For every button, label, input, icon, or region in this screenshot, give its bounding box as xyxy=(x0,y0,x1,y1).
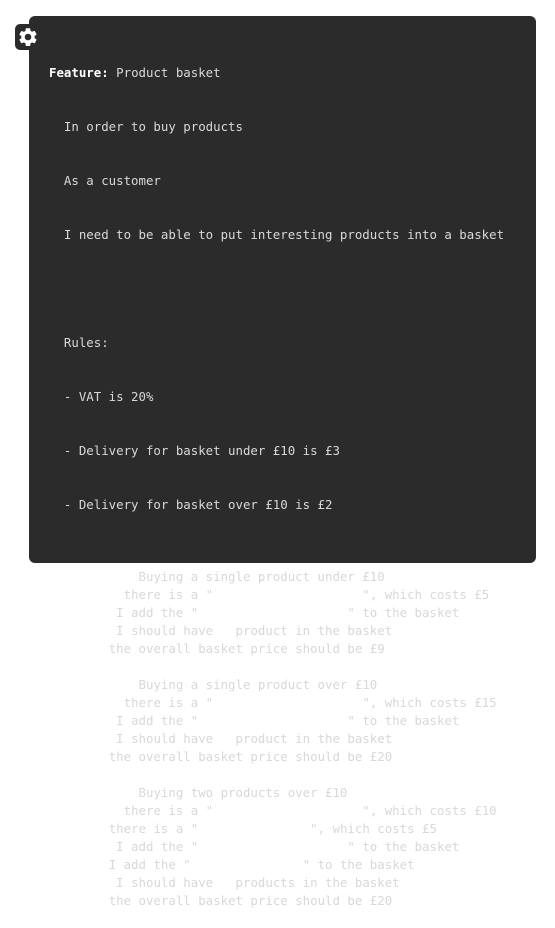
step-argument: 1 xyxy=(220,623,229,638)
step-text: I add the " xyxy=(108,713,199,728)
step-text: " to the basket xyxy=(302,857,415,872)
step-text: the overall basket price should be £20 xyxy=(101,749,393,764)
step-text: there is a " xyxy=(116,803,214,818)
step-argument: 2 xyxy=(220,875,229,890)
step-text: " to the basket xyxy=(347,605,460,620)
step-argument: Sith Lord Lightsaber xyxy=(198,713,348,728)
step-text: I add the " xyxy=(101,857,191,872)
step-argument: 1 xyxy=(220,731,229,746)
step-keyword: And xyxy=(78,821,102,836)
scenario-title: Buying two products over £10 xyxy=(131,785,348,800)
feature-description-line: As a customer xyxy=(49,173,161,188)
scenario-title: Buying a single product over £10 xyxy=(131,677,378,692)
scenario-heading: Scenario: Buying a single product under … xyxy=(49,568,536,586)
step-line: Then I should have 1 product in the bask… xyxy=(49,622,536,640)
step-text: ", which costs £15 xyxy=(362,695,497,710)
step-line: And there is a "Jedi Lightsaber", which … xyxy=(49,820,536,838)
step-keyword: And xyxy=(78,749,102,764)
step-text: I add the " xyxy=(108,839,199,854)
step-keyword: And xyxy=(78,857,102,872)
step-line: When I add the "Sith Lord Lightsaber" to… xyxy=(49,712,536,730)
step-line: Then I should have 1 product in the bask… xyxy=(49,730,536,748)
step-line: Given there is a "Sith Lord Lightsaber",… xyxy=(49,802,536,820)
step-line: And the overall basket price should be £… xyxy=(49,640,536,658)
step-argument: Sith Lord Lightsaber xyxy=(213,803,363,818)
step-argument: Jedi Lightsaber xyxy=(198,821,311,836)
gear-icon xyxy=(15,24,41,50)
scenario-heading: Scenario: Buying a single product over £… xyxy=(49,676,536,694)
rule-line: - Delivery for basket over £10 is £2 xyxy=(49,497,333,512)
step-line: When I add the "Sith Lord Lightsaber" to… xyxy=(49,838,536,856)
step-line: And the overall basket price should be £… xyxy=(49,892,536,910)
step-text: " to the basket xyxy=(347,713,460,728)
step-keyword: And xyxy=(78,641,102,656)
scenario-keyword: Scenario: xyxy=(63,569,132,584)
step-text: there is a " xyxy=(116,587,214,602)
step-line: When I add the "Sith Lord Lightsaber" to… xyxy=(49,604,536,622)
step-line: And the overall basket price should be £… xyxy=(49,748,536,766)
step-keyword: When xyxy=(78,839,109,854)
step-line: And I add the "Jedi Lightsaber" to the b… xyxy=(49,856,536,874)
feature-description-line: I need to be able to put interesting pro… xyxy=(49,227,505,242)
step-text: I should have xyxy=(108,623,221,638)
step-argument: Sith Lord Lightsaber xyxy=(213,695,363,710)
feature-description-line: In order to buy products xyxy=(49,119,243,134)
step-keyword: Given xyxy=(78,803,117,818)
step-text: ", which costs £10 xyxy=(362,803,497,818)
step-argument: Jedi Lightsaber xyxy=(190,857,303,872)
scenario-heading: Scenario: Buying two products over £10 xyxy=(49,784,536,802)
gherkin-code-block: Feature: Product basket In order to buy … xyxy=(29,16,536,908)
scenario-keyword: Scenario: xyxy=(63,677,132,692)
scenarios-container: Scenario: Buying a single product under … xyxy=(49,550,536,910)
step-argument: Sith Lord Lightsaber xyxy=(198,839,348,854)
step-text: I add the " xyxy=(108,605,199,620)
step-text: the overall basket price should be £20 xyxy=(101,893,393,908)
feature-line: Feature: Product basket xyxy=(49,64,536,82)
step-argument: Sith Lord Lightsaber xyxy=(213,587,363,602)
rules-heading: Rules: xyxy=(49,335,109,350)
step-argument: Sith Lord Lightsaber xyxy=(198,605,348,620)
rule-line: - VAT is 20% xyxy=(49,389,154,404)
step-text: " to the basket xyxy=(347,839,460,854)
step-keyword: Then xyxy=(78,875,109,890)
step-text: ", which costs £5 xyxy=(310,821,437,836)
step-text: I should have xyxy=(108,875,221,890)
step-text: I should have xyxy=(108,731,221,746)
step-keyword: Then xyxy=(78,731,109,746)
step-text: product in the basket xyxy=(228,623,393,638)
step-text: product in the basket xyxy=(228,731,393,746)
step-line: Given there is a "Sith Lord Lightsaber",… xyxy=(49,586,536,604)
step-line: Given there is a "Sith Lord Lightsaber",… xyxy=(49,694,536,712)
step-keyword: Given xyxy=(78,587,117,602)
step-text: products in the basket xyxy=(228,875,400,890)
step-keyword: When xyxy=(78,713,109,728)
step-text: there is a " xyxy=(101,821,199,836)
step-text: ", which costs £5 xyxy=(362,587,490,602)
feature-title: Product basket xyxy=(108,65,221,80)
step-keyword: When xyxy=(78,605,109,620)
step-keyword: Then xyxy=(78,623,109,638)
scenario-keyword: Scenario: xyxy=(63,785,132,800)
step-text: the overall basket price should be £9 xyxy=(101,641,385,656)
step-keyword: And xyxy=(78,893,102,908)
step-text: there is a " xyxy=(116,695,214,710)
feature-keyword: Feature: xyxy=(49,65,109,80)
scenario-title: Buying a single product under £10 xyxy=(131,569,385,584)
rule-line: - Delivery for basket under £10 is £3 xyxy=(49,443,340,458)
step-keyword: Given xyxy=(78,695,117,710)
step-line: Then I should have 2 products in the bas… xyxy=(49,874,536,892)
